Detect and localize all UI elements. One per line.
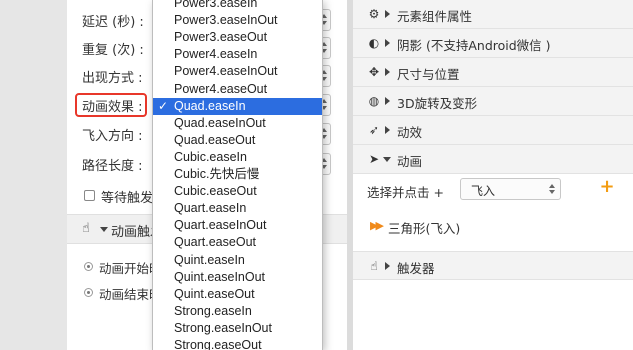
setting-label: 重复 (次) : xyxy=(82,43,144,58)
dropdown-option[interactable]: Quad.easeInOut xyxy=(153,115,322,132)
section-title: 尺寸与位置 xyxy=(397,67,460,82)
animation-controls: 选择并点击 + 飞入 + xyxy=(353,174,633,206)
setting-label: 路径长度 : xyxy=(82,159,143,174)
section-header[interactable]: ◍ 3D旋转及变形 xyxy=(353,87,633,116)
half-circle-icon: ◐ xyxy=(368,36,380,50)
animation-item-label: 三角形(飞入) xyxy=(388,221,461,236)
dropdown-option[interactable]: Quint.easeOut xyxy=(153,286,322,303)
chevron-right-icon xyxy=(385,10,390,18)
left-background-strip xyxy=(0,0,67,350)
dropdown-option[interactable]: Strong.easeInOut xyxy=(153,320,322,337)
dropdown-option[interactable]: Quint.easeInOut xyxy=(153,269,322,286)
section-header[interactable]: ◐ 阴影 (不支持Android微信 ) xyxy=(353,29,633,58)
animation-list-item[interactable]: ▶▶ 三角形(飞入) xyxy=(353,212,633,240)
trigger-section-title: 触发器 xyxy=(397,261,435,276)
trigger-radio[interactable] xyxy=(84,262,93,271)
animation-type-select[interactable]: 飞入 xyxy=(460,178,561,200)
dropdown-option[interactable]: Quart.easeIn xyxy=(153,200,322,217)
pointer-hand-icon: ☝ xyxy=(370,259,378,273)
pointer-hand-icon: ☝ xyxy=(82,221,90,236)
chevron-right-icon xyxy=(385,126,390,134)
dropdown-option[interactable]: Quart.easeOut xyxy=(153,234,322,251)
select-arrows-icon xyxy=(549,184,557,196)
move-arrows-icon: ✥ xyxy=(368,65,380,79)
dropdown-option[interactable]: Cubic.easeOut xyxy=(153,183,322,200)
section-title: 动画 xyxy=(397,154,423,169)
dropdown-option[interactable]: Cubic.easeIn xyxy=(153,149,322,166)
rocket-icon: ➶ xyxy=(368,123,380,137)
paper-plane-icon: ➤ xyxy=(368,152,380,166)
highlight-annotation-box xyxy=(75,93,147,117)
dropdown-option[interactable]: Quint.easeIn xyxy=(153,252,322,269)
globe-icon: ◍ xyxy=(368,94,380,108)
gear-icon: ⚙ xyxy=(368,7,380,21)
chevron-right-icon xyxy=(385,262,390,270)
dropdown-option[interactable]: Strong.easeIn xyxy=(153,303,322,320)
section-title: 阴影 (不支持Android微信 ) xyxy=(397,38,551,53)
section-header[interactable]: ⚙ 元素组件属性 xyxy=(353,0,633,29)
checkmark-icon: ✓ xyxy=(158,98,169,113)
setting-label: 出现方式 : xyxy=(82,71,143,86)
trigger-section-header[interactable]: ☝ 触发器 xyxy=(353,251,633,280)
dropdown-option[interactable]: Power4.easeIn xyxy=(153,46,322,63)
add-animation-button[interactable]: + xyxy=(599,177,615,197)
dropdown-option[interactable]: Quad.easeIn ✓ xyxy=(153,97,322,115)
section-header[interactable]: ➤ 动画 xyxy=(353,145,633,174)
dropdown-option[interactable]: Power3.easeIn xyxy=(153,0,322,12)
section-header[interactable]: ➶ 动效 xyxy=(353,116,633,145)
dropdown-option[interactable]: Power3.easeOut xyxy=(153,29,322,46)
section-header[interactable]: ✥ 尺寸与位置 xyxy=(353,58,633,87)
dropdown-option[interactable]: Power4.easeOut xyxy=(153,81,322,98)
setting-label: 飞入方向 : xyxy=(82,129,143,144)
dropdown-option[interactable]: Power3.easeInOut xyxy=(153,12,322,29)
dropdown-option[interactable]: Quad.easeOut xyxy=(153,132,322,149)
section-title: 元素组件属性 xyxy=(397,9,473,24)
trigger-radio[interactable] xyxy=(84,288,93,297)
wait-trigger-label: 等待触发 xyxy=(101,191,154,206)
setting-label: 延迟 (秒) : xyxy=(82,15,144,30)
select-and-click-label: 选择并点击 + xyxy=(367,185,444,200)
chevron-right-icon xyxy=(385,39,390,47)
chevron-right-icon xyxy=(385,97,390,105)
fast-forward-icon: ▶▶ xyxy=(370,219,384,232)
section-title: 动效 xyxy=(397,125,423,140)
section-title: 3D旋转及变形 xyxy=(397,96,478,111)
chevron-down-icon xyxy=(100,227,108,232)
easing-dropdown-list[interactable]: Power3.easeIn Power3.easeInOut Power3.ease… xyxy=(152,0,323,350)
dropdown-option[interactable]: Quart.easeInOut xyxy=(153,217,322,234)
chevron-right-icon xyxy=(385,68,390,76)
properties-panel: ⚙ 元素组件属性 ◐ 阴影 (不支持Android微信 ) ✥ 尺寸与位置 ◍ 3D旋转及变形… xyxy=(353,0,633,350)
animation-type-value: 飞入 xyxy=(471,184,496,198)
wait-trigger-checkbox[interactable] xyxy=(84,190,95,201)
chevron-down-icon xyxy=(383,157,391,162)
dropdown-option[interactable]: Power4.easeInOut xyxy=(153,63,322,80)
dropdown-option[interactable]: Cubic.先快后慢 xyxy=(153,166,322,183)
dropdown-option[interactable]: Strong.easeOut xyxy=(153,337,322,350)
